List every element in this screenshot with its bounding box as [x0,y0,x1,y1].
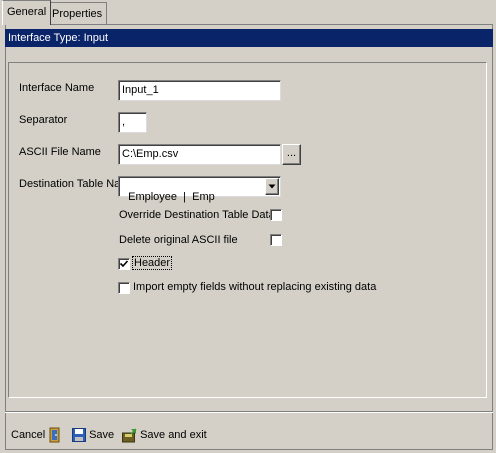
cancel-label: Cancel [11,429,46,441]
footer-divider [5,411,493,413]
destination-table-value: Employee | Emp [128,191,215,203]
form-panel [8,62,487,398]
checkmark-icon [119,260,129,268]
cancel-button[interactable]: Cancel [11,427,62,443]
exit-door-icon [49,427,60,443]
save-and-exit-label: Save and exit [140,429,207,441]
separator-input[interactable]: , [118,112,147,133]
interface-type-title: Interface Type: Input [5,29,493,47]
save-exit-icon [122,428,137,443]
separator-label: Separator [19,114,68,126]
header-label: Header [131,256,173,270]
save-label: Save [89,429,115,441]
chevron-down-icon [268,184,276,189]
interface-name-input[interactable]: Input_1 [118,80,281,101]
tab-properties[interactable]: Properties [47,2,108,24]
header-checkbox[interactable] [118,258,130,270]
interface-name-label: Interface Name [19,82,95,94]
ascii-file-input[interactable]: C:\Emp.csv [118,144,281,165]
delete-ascii-checkbox[interactable] [270,234,282,246]
override-data-checkbox[interactable] [270,209,282,221]
tab-general[interactable]: General [2,0,52,25]
destination-table-select[interactable]: Employee | Emp [118,176,281,203]
delete-ascii-label: Delete original ASCII file [119,234,238,246]
dropdown-arrow-icon[interactable] [265,178,279,195]
save-button[interactable]: Save [72,427,114,443]
override-data-label: Override Destination Table Data [119,209,275,221]
save-and-exit-button[interactable]: Save and exit [122,427,207,443]
ascii-file-label: ASCII File Name [19,146,101,158]
import-empty-checkbox[interactable] [118,282,130,294]
floppy-disk-icon [72,428,86,443]
import-empty-label: Import empty fields without replacing ex… [133,281,377,293]
browse-button[interactable]: ... [282,144,301,165]
